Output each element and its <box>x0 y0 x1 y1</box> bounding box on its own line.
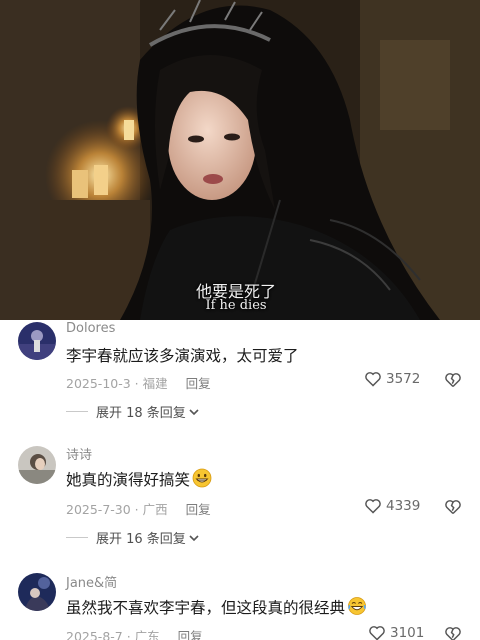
comment-location: 广东 <box>134 629 160 640</box>
comment-username[interactable]: Jane&简 <box>66 572 117 591</box>
expand-replies-label: 展开 18 条回复 <box>96 406 186 421</box>
comment-item: Dolores 李宇春就应该多演演戏，太可爱了 2025-10-3 · 福建 回… <box>0 318 480 434</box>
like-count: 4339 <box>386 498 421 514</box>
expand-replies-button[interactable]: 展开 18 条回复 <box>66 402 200 421</box>
comment-meta: 2025-7-30 · 广西 回复 <box>66 502 211 517</box>
avatar[interactable] <box>18 322 56 360</box>
comment-meta: 2025-10-3 · 福建 回复 <box>66 376 211 391</box>
broken-heart-icon <box>445 500 461 515</box>
comment-date: 2025-8-7 <box>66 629 123 640</box>
dislike-button[interactable] <box>444 372 462 392</box>
subtitle-english: If he dies <box>205 298 267 313</box>
like-count: 3572 <box>386 371 421 387</box>
reply-button[interactable]: 回复 <box>186 502 211 517</box>
chevron-down-icon <box>189 534 199 541</box>
reply-button[interactable]: 回复 <box>178 629 203 640</box>
like-count: 3101 <box>390 625 425 640</box>
expand-replies-label: 展开 16 条回复 <box>96 532 186 547</box>
heart-icon <box>369 626 385 640</box>
comment-item: 诗诗 她真的演得好搞笑 2025-7-30 · 广西 回复 4339 展开 16… <box>0 442 480 558</box>
video-still-image <box>0 0 480 320</box>
like-button[interactable]: 3572 <box>364 371 420 387</box>
comment-date: 2025-7-30 <box>66 502 131 517</box>
chevron-down-icon <box>189 408 199 415</box>
dislike-button[interactable] <box>444 499 462 519</box>
broken-heart-icon <box>445 373 461 388</box>
reply-button[interactable]: 回复 <box>186 376 211 391</box>
grinning-face-emoji <box>192 468 212 492</box>
video-frame[interactable]: 他要是死了 If he dies <box>0 0 480 320</box>
comment-username[interactable]: Dolores <box>66 321 115 336</box>
comment-text: 她真的演得好搞笑 <box>66 468 212 492</box>
expand-replies-button[interactable]: 展开 16 条回复 <box>66 528 200 547</box>
comment-location: 广西 <box>142 502 168 517</box>
like-button[interactable]: 3101 <box>368 625 424 640</box>
heart-icon <box>365 372 381 387</box>
broken-heart-icon <box>445 627 461 640</box>
avatar[interactable] <box>18 446 56 484</box>
heart-icon <box>365 499 381 514</box>
divider-line <box>66 411 88 412</box>
comment-item: Jane&简 虽然我不喜欢李宇春，但这段真的很经典 2025-8-7 · 广东 … <box>0 570 480 640</box>
comment-location: 福建 <box>142 376 168 391</box>
comment-text: 虽然我不喜欢李宇春，但这段真的很经典 <box>66 596 367 620</box>
avatar[interactable] <box>18 573 56 611</box>
comment-username[interactable]: 诗诗 <box>66 444 92 463</box>
comment-date: 2025-10-3 <box>66 376 131 391</box>
comment-text: 李宇春就应该多演演戏，太可爱了 <box>66 347 299 365</box>
divider-line <box>66 537 88 538</box>
dislike-button[interactable] <box>444 626 462 640</box>
comment-meta: 2025-8-7 · 广东 回复 <box>66 626 203 640</box>
tears-of-joy-emoji <box>347 596 367 620</box>
like-button[interactable]: 4339 <box>364 498 420 514</box>
